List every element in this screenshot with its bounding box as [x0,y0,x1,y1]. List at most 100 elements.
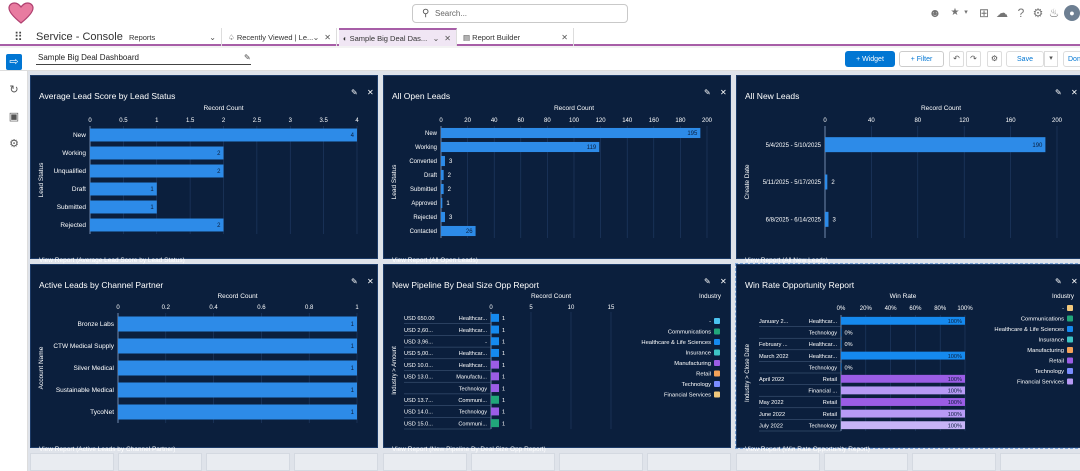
setup-gear-icon[interactable]: ⚙ [1031,6,1045,20]
widget-all-open-leads[interactable]: All Open Leads ✎ ✕ Record Count 0 20 40 60 80… [383,75,731,264]
data-bar [825,211,829,227]
x-tick-label: 0 [439,118,443,124]
search-placeholder: Search... [435,9,468,18]
user-avatar-icon[interactable]: ● [1064,5,1080,21]
x-tick-label: 15 [608,305,615,311]
redo-icon[interactable]: ↷ [966,51,981,67]
view-report-link[interactable]: View Report (New Pipeline By Deal Size O… [392,446,546,453]
tab-label-text: Report Builder [472,32,521,42]
chevron-down-icon[interactable]: ⌄ [433,34,440,43]
chevron-down-icon[interactable]: ⌄ [209,33,216,42]
legend-label: Healthcare & Life Sciences [641,340,711,346]
y-category-label: CTW Medical Supply [53,343,114,350]
undo-icon[interactable]: ↶ [949,51,964,67]
tab-recently-viewed[interactable]: ♤ Recently Viewed | Le... ⌄ ✕ [224,28,337,46]
x-tick-label: 1.5 [186,118,195,124]
row-group-label: February ... [759,342,788,348]
bar-chart: Record Count 0 40 80 120 160 200 5/4/2025 - 5/1… [744,105,1063,238]
y-category-label: Rejected [413,215,437,221]
close-icon[interactable]: ✕ [444,34,451,43]
astro-icon[interactable]: ☻ [928,6,942,20]
view-report-link[interactable]: View Report (Average Lead Score by Lead … [39,257,185,264]
legend-label: Manufacturing [674,361,711,367]
favorites-dropdown-icon[interactable]: ▾ [959,6,973,20]
trailhead-icon[interactable]: ☁ [995,6,1009,20]
briefcase-icon[interactable]: ▣ [6,109,22,125]
widget-win-rate-opportunity[interactable]: Win Rate Opportunity Report ✎ ✕ Win Rate… [735,263,1080,453]
x-tick-label: 0.4 [209,305,218,311]
legend-swatch [1067,368,1073,374]
widget-all-new-leads[interactable]: All New Leads ✎ ✕ Record Count 0 40 80 120 16… [736,75,1080,264]
data-value-label: 1 [502,316,505,322]
data-bar [491,407,499,416]
data-bar [118,338,357,354]
left-utility-rail: ⇨ ↻ ▣ ⚙ [0,54,28,471]
data-bar [841,386,965,395]
widget-average-lead-score[interactable]: Average Lead Score by Lead Status ✎ ✕ Re… [30,75,378,264]
save-button[interactable]: Save [1006,51,1044,67]
expand-panel-icon[interactable]: ⇨ [6,54,22,70]
data-value-label: 190 [1032,143,1043,149]
tab-label-text: Sample Big Deal Das... [349,33,428,43]
x-axis-title: Record Count [217,293,257,300]
dashboard-icon: ◐ [343,33,350,43]
data-bar [441,183,444,195]
edit-pencil-icon[interactable]: ✎ [244,53,251,62]
tab-sample-big-deal-dashboard[interactable]: ◐ Sample Big Deal Das... ⌄ ✕ [339,28,457,46]
add-widget-button[interactable]: + Widget [845,51,895,67]
refresh-icon[interactable]: ↻ [6,82,22,98]
help-icon[interactable]: ? [1014,6,1028,20]
data-value-label: 2 [448,187,452,193]
view-report-link[interactable]: View Report (All New Leads) [745,257,828,264]
y-category-label: 6/8/2025 - 6/14/2025 [766,218,822,224]
legend-swatch [714,391,720,398]
save-dropdown-icon[interactable]: ▾ [1044,51,1058,67]
row-subgroup-label: Retail [823,400,837,406]
row-group-label: USD 10.0... [404,363,433,369]
data-bar [491,348,499,357]
data-value-label: 0% [845,331,853,337]
settings-gear-icon[interactable]: ⚙ [6,136,22,152]
global-actions-icon[interactable]: ⊞ [977,6,991,20]
widget-new-pipeline-deal-size[interactable]: New Pipeline By Deal Size Opp Report ✎ ✕… [383,264,731,453]
heart-logo-icon[interactable] [8,2,34,29]
data-value-label: 119 [587,145,597,151]
empty-grid-tile [30,453,114,471]
row-subgroup-label: Communi... [458,398,487,404]
data-value-label: 100% [948,412,962,418]
close-icon[interactable]: ✕ [324,33,331,42]
dashboard-title-input[interactable]: Sample Big Deal Dashboard [38,53,139,62]
app-launcher-icon[interactable]: ⠿ [14,30,23,44]
notifications-bell-icon[interactable]: ♨ [1047,6,1061,20]
row-subgroup-label: Healthcar... [459,328,488,334]
tab-report-builder[interactable]: ▤ Report Builder ✕ [459,28,574,46]
console-navigation: ⠿ Service - Console Reports ⌄ ♤ Recently… [0,28,1080,46]
row-group-label: USD 13.0... [404,375,433,381]
row-group-label: USD 650.00 [404,316,434,322]
global-header: ⚲ Search... ☻ ★ ▾ ⊞ ☁ ? ⚙ ♨ ● [0,0,1080,28]
view-report-link[interactable]: View Report (All Open Leads) [392,257,478,264]
x-tick-label: 0.5 [119,118,128,124]
properties-gear-icon[interactable]: ⚙ [987,51,1002,67]
x-axis-title: Win Rate [890,293,917,300]
y-category-label: Working [62,150,86,157]
x-tick-label: 2.5 [253,118,262,124]
global-search-input[interactable]: ⚲ Search... [412,4,628,23]
data-bar [441,211,445,223]
legend-label: Retail [1049,359,1064,365]
title-underline [36,64,251,65]
legend-label: Insurance [686,351,711,357]
widget-active-leads-channel-partner[interactable]: Active Leads by Channel Partner ✎ ✕ Reco… [30,264,378,453]
tab-reports[interactable]: Reports ⌄ [125,28,222,46]
chevron-down-icon[interactable]: ⌄ [313,33,320,42]
view-report-link[interactable]: View Report (Win Rate Opportunity Report… [745,446,870,453]
done-button[interactable]: Done [1063,51,1080,67]
bar-chart: Record Count0 0.2 0.4 0.6 0.8 1Bronze Labs 1CT… [38,293,359,423]
x-axis-title: Record Count [531,293,571,300]
close-icon[interactable]: ✕ [561,33,568,42]
add-filter-button[interactable]: + Filter [899,51,944,67]
y-category-label: Silver Medical [74,365,115,372]
view-report-link[interactable]: View Report (Active Leads by Channel Par… [39,446,175,453]
data-value-label: 1 [502,421,505,427]
data-bar [491,313,499,322]
